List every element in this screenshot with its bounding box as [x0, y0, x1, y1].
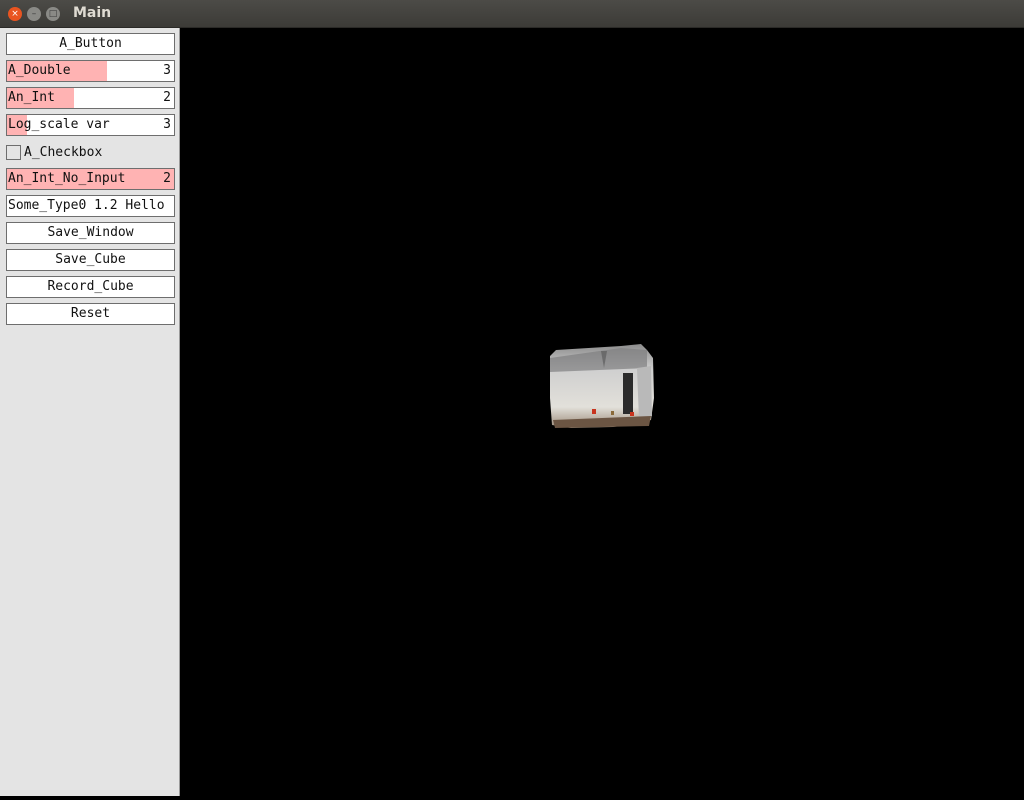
window-title: Main: [73, 5, 112, 21]
slider-value: 2: [163, 171, 171, 186]
app-window: × – □ Main A_Button A_Double 3 An_Int 2 …: [0, 0, 1024, 796]
a-checkbox[interactable]: [6, 145, 21, 160]
reset-button[interactable]: Reset: [6, 303, 175, 325]
window-close-button[interactable]: ×: [8, 7, 22, 21]
slider-value: 2: [163, 90, 171, 105]
some-type-input[interactable]: Some_Type0 1.2 Hello: [6, 195, 175, 217]
a-button[interactable]: A_Button: [6, 33, 175, 55]
slider-label: Log_scale var: [8, 117, 110, 132]
an-int-slider[interactable]: An_Int 2: [6, 87, 175, 109]
slider-label: An_Int: [8, 90, 55, 105]
title-bar[interactable]: × – □ Main: [0, 0, 1024, 28]
an-int-no-input-slider[interactable]: An_Int_No_Input 2: [6, 168, 175, 190]
record-cube-button[interactable]: Record_Cube: [6, 276, 175, 298]
point-cloud-cube: [550, 344, 654, 428]
slider-label: An_Int_No_Input: [8, 171, 126, 186]
window-minimize-button[interactable]: –: [27, 7, 41, 21]
control-panel: A_Button A_Double 3 An_Int 2 Log_scale v…: [0, 28, 180, 796]
slider-value: 3: [163, 117, 171, 132]
save-window-button[interactable]: Save_Window: [6, 222, 175, 244]
slider-label: A_Double: [8, 63, 71, 78]
slider-value: 3: [163, 63, 171, 78]
log-scale-slider[interactable]: Log_scale var 3: [6, 114, 175, 136]
save-cube-button[interactable]: Save_Cube: [6, 249, 175, 271]
a-checkbox-row[interactable]: A_Checkbox: [6, 144, 175, 162]
a-checkbox-label: A_Checkbox: [24, 145, 103, 160]
a-double-slider[interactable]: A_Double 3: [6, 60, 175, 82]
point-cloud-render: [550, 344, 654, 428]
window-maximize-button[interactable]: □: [46, 7, 60, 21]
some-type-text: Some_Type0 1.2 Hello: [8, 198, 165, 213]
3d-view-canvas[interactable]: [181, 28, 1024, 796]
